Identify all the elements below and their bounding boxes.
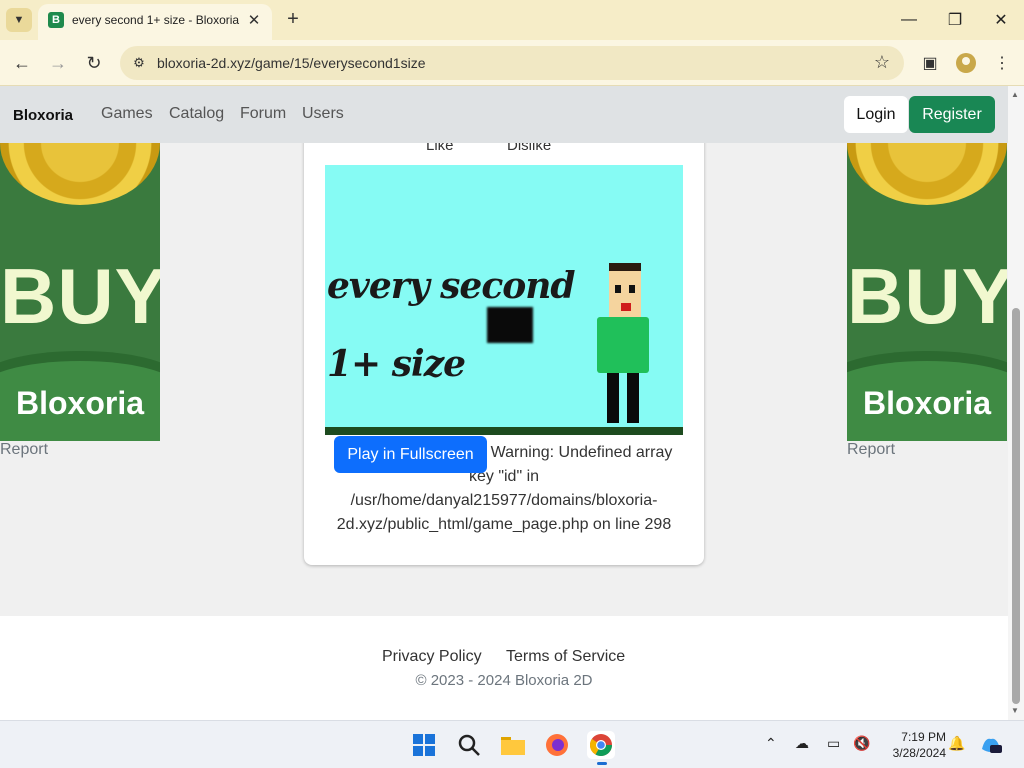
side-panel-icon[interactable]: ▣ — [919, 52, 941, 74]
nav-catalog[interactable]: Catalog — [169, 105, 224, 123]
file-explorer-icon[interactable] — [499, 731, 527, 759]
play-fullscreen-button[interactable]: Play in Fullscreen — [334, 436, 487, 473]
profile-icon[interactable] — [955, 52, 977, 74]
page-scrollbar[interactable]: ▲ ▼ — [1008, 86, 1024, 720]
ad-brand: Bloxoria — [15, 385, 145, 421]
tray-overflow-icon[interactable]: ⌃ — [765, 735, 777, 752]
new-tab-icon[interactable]: + — [282, 8, 304, 30]
report-link-left[interactable]: Report — [0, 441, 48, 459]
character-body — [597, 317, 649, 373]
firefox-icon[interactable] — [543, 731, 571, 759]
thumbnail-text-line1: every second — [327, 265, 576, 307]
tab-search-icon[interactable]: ▼ — [6, 8, 32, 32]
scroll-down-icon[interactable]: ▼ — [1011, 706, 1019, 715]
nav-forum[interactable]: Forum — [240, 105, 286, 123]
reload-icon[interactable]: ↻ — [81, 50, 107, 76]
privacy-policy-link[interactable]: Privacy Policy — [382, 648, 482, 666]
site-info-icon[interactable]: ⚙ — [130, 54, 148, 72]
nav-games[interactable]: Games — [101, 105, 153, 123]
url-text[interactable]: bloxoria-2d.xyz/game/15/everysecond1size — [157, 55, 425, 71]
chrome-icon[interactable] — [587, 731, 615, 765]
site-brand[interactable]: Bloxoria — [13, 107, 73, 124]
black-block — [487, 307, 533, 343]
page-viewport: Bloxoria Games Catalog Forum Users Login… — [0, 86, 1008, 720]
menu-icon[interactable]: ⋮ — [991, 52, 1013, 74]
bookmark-star-icon[interactable]: ☆ — [874, 52, 890, 73]
ground — [325, 427, 683, 435]
ad-brand: Bloxoria — [862, 385, 992, 421]
coin-icon — [847, 143, 1007, 205]
ad-banner-left[interactable]: BUY Bloxoria — [0, 143, 160, 441]
address-bar[interactable]: ⚙ bloxoria-2d.xyz/game/15/everysecond1si… — [120, 46, 904, 80]
tab-close-icon[interactable]: ✕ — [244, 10, 264, 30]
minimize-icon[interactable]: — — [894, 8, 924, 32]
forward-icon[interactable]: → — [45, 50, 71, 76]
back-icon[interactable]: ← — [9, 50, 35, 76]
game-card: Like Dislike every second 1+ size Warnin… — [304, 126, 704, 565]
ad-headline: BUY — [0, 252, 160, 340]
copilot-icon[interactable] — [980, 735, 1002, 758]
volume-icon[interactable]: 🔇 — [853, 735, 870, 752]
coin-icon — [0, 143, 160, 205]
thumbnail-text-line2: 1+ size — [327, 343, 466, 385]
restore-icon[interactable]: ❐ — [940, 8, 970, 32]
terms-link[interactable]: Terms of Service — [506, 648, 625, 666]
windows-taskbar: ⌃ ☁ ▭ 🔇 7:19 PM 3/28/2024 🔔 — [0, 720, 1024, 768]
tab-title: every second 1+ size - Bloxoria — [72, 13, 240, 27]
scroll-up-icon[interactable]: ▲ — [1011, 90, 1019, 99]
copyright-text: © 2023 - 2024 Bloxoria 2D — [415, 672, 593, 689]
game-thumbnail[interactable]: every second 1+ size — [325, 165, 683, 435]
onedrive-icon[interactable]: ☁ — [795, 735, 809, 752]
clock-date: 3/28/2024 — [892, 746, 946, 760]
register-button[interactable]: Register — [909, 96, 995, 133]
tab-favicon-icon: B — [48, 12, 64, 28]
ad-banner-right[interactable]: BUY Bloxoria — [847, 143, 1007, 441]
search-icon[interactable] — [455, 731, 483, 759]
system-clock[interactable]: 7:19 PM 3/28/2024 — [880, 729, 946, 761]
clock-time: 7:19 PM — [901, 730, 946, 744]
scroll-thumb[interactable] — [1012, 308, 1020, 704]
browser-toolbar: ← → ↻ ⚙ bloxoria-2d.xyz/game/15/everysec… — [0, 40, 1024, 86]
site-navbar: Bloxoria Games Catalog Forum Users Login… — [0, 86, 1008, 143]
window-close-icon[interactable]: ✕ — [986, 8, 1016, 32]
start-icon[interactable] — [410, 731, 438, 759]
ad-headline: BUY — [847, 252, 1007, 340]
login-button[interactable]: Login — [844, 96, 908, 133]
site-footer: Privacy Policy Terms of Service © 2023 -… — [0, 616, 1008, 720]
nav-users[interactable]: Users — [302, 105, 344, 123]
report-link-right[interactable]: Report — [847, 441, 895, 459]
browser-tab[interactable]: B every second 1+ size - Bloxoria ✕ — [38, 4, 272, 40]
notification-bell-icon[interactable]: 🔔 — [948, 735, 965, 752]
browser-title-bar: ▼ B every second 1+ size - Bloxoria ✕ + … — [0, 0, 1024, 40]
network-icon[interactable]: ▭ — [827, 735, 840, 752]
